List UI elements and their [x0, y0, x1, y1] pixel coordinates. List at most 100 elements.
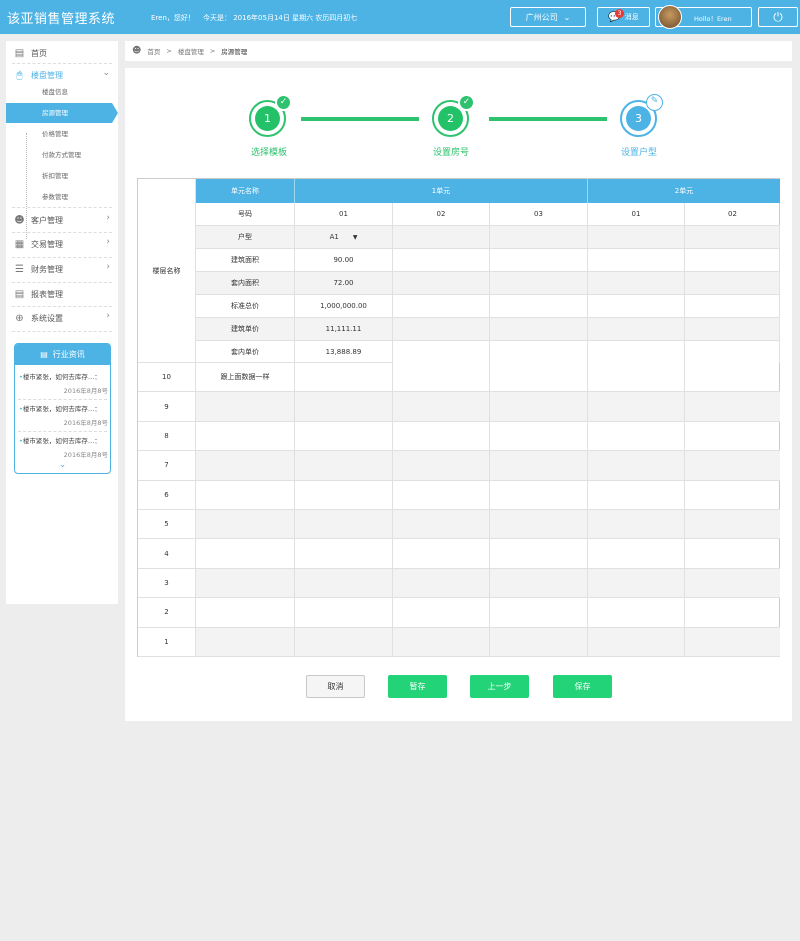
floor-cell[interactable] [393, 480, 490, 510]
floor-cell[interactable] [685, 481, 780, 510]
step-number: 3 [626, 106, 651, 131]
floor-cell[interactable] [685, 568, 780, 599]
floor-cell[interactable] [685, 598, 780, 628]
floor-cell[interactable] [393, 421, 490, 452]
save-button[interactable]: 保存 [553, 675, 612, 698]
floor-cell[interactable] [295, 392, 393, 422]
chevron-down-icon[interactable]: ⌄ [15, 460, 110, 470]
sidebar-sub-item[interactable]: 价格管理 [6, 124, 118, 144]
floor-cell[interactable] [588, 568, 685, 599]
sidebar-item-settings[interactable]: ⊕ 系统设置 › [6, 306, 118, 330]
floor-cell[interactable] [196, 421, 295, 452]
floor-cell[interactable] [196, 451, 295, 481]
sidebar-sub-item[interactable]: 楼盘信息 [6, 82, 118, 102]
breadcrumb-home[interactable]: 首页 [147, 46, 160, 56]
floor-cell[interactable] [196, 510, 295, 540]
chevron-right-icon: › [106, 262, 110, 272]
floor-cell[interactable] [490, 598, 588, 628]
floor-cell[interactable] [490, 363, 588, 393]
floor-cell[interactable] [393, 392, 490, 422]
house-type-select[interactable]: A1 ▼ [295, 226, 393, 249]
value-cell[interactable]: 13,888.89 [295, 341, 393, 363]
floor-cell[interactable] [588, 627, 685, 657]
room-number: 02 [685, 203, 780, 226]
sidebar-sub-item[interactable]: 参数管理 [6, 187, 118, 207]
unit-table: 楼层名称 单元名称 1单元 2单元 号码 户型 建筑面积 套内面积 标准总价 建… [137, 178, 780, 657]
floor-cell[interactable] [588, 363, 685, 393]
floor-cell[interactable] [393, 510, 490, 540]
company-selector[interactable]: 广州公司 ⌄ [510, 7, 586, 27]
floor-cell[interactable] [196, 627, 295, 657]
floor-cell[interactable] [393, 627, 490, 657]
floor-cell[interactable] [490, 510, 588, 540]
floor-cell[interactable] [685, 451, 780, 481]
floor-cell[interactable] [393, 451, 490, 481]
user-menu[interactable]: Hollo！Eren [655, 5, 752, 29]
floor-cell[interactable] [196, 480, 295, 510]
floor-cell[interactable] [196, 539, 295, 569]
crosshair-icon: ⊕ [15, 312, 24, 324]
floor-cell[interactable] [393, 363, 490, 393]
floor-cell[interactable] [685, 422, 780, 452]
floor-cell[interactable] [196, 392, 295, 422]
previous-step-button[interactable]: 上一步 [470, 675, 529, 698]
news-item[interactable]: •楼市紧张，如何去库存…： 2016年8月8号 [19, 371, 108, 395]
floor-cell[interactable] [393, 598, 490, 628]
value-cell[interactable]: 90.00 [295, 249, 393, 272]
news-item[interactable]: •楼市紧张，如何去库存…： 2016年8月8号 [19, 435, 108, 459]
floor-cell[interactable] [490, 421, 588, 452]
floor-cell[interactable] [196, 568, 295, 599]
floor-cell[interactable] [588, 598, 685, 628]
floor-cell[interactable] [490, 451, 588, 481]
value-cell[interactable]: 11,111.11 [295, 318, 393, 341]
floor-cell[interactable] [685, 627, 780, 657]
floor-cell[interactable] [490, 392, 588, 422]
sidebar-sub-item-active[interactable]: 房源管理 [6, 103, 112, 123]
floor-cell[interactable] [295, 598, 393, 628]
unit-1-header: 1单元 [295, 179, 588, 203]
sidebar-item-customers[interactable]: ☻ 客户管理 › [6, 208, 118, 232]
power-icon[interactable]: ⏻ [758, 7, 798, 27]
floor-cell[interactable] [295, 480, 393, 510]
floor-cell[interactable] [588, 480, 685, 510]
floor-cell[interactable] [588, 510, 685, 540]
value-cell[interactable]: 1,000,000.00 [295, 295, 393, 318]
value-cell[interactable]: 72.00 [295, 272, 393, 295]
floor-cell[interactable] [295, 421, 393, 452]
floor-cell[interactable] [295, 363, 393, 393]
sidebar-sub-item[interactable]: 付款方式管理 [6, 145, 118, 165]
sidebar-sub-item[interactable]: 折扣管理 [6, 166, 118, 186]
breadcrumb-property[interactable]: 楼盘管理 [178, 46, 204, 56]
sidebar-item-home[interactable]: ▤ 首页 [6, 41, 118, 65]
floor-cell[interactable] [588, 451, 685, 481]
floor-cell[interactable] [588, 392, 685, 422]
news-item[interactable]: •楼市紧张，如何去库存…： 2016年8月8号 [19, 403, 108, 427]
floor-cell[interactable] [490, 627, 588, 657]
sidebar-item-reports[interactable]: ▤ 报表管理 [6, 282, 118, 306]
floor-cell[interactable] [490, 568, 588, 599]
cancel-button[interactable]: 取消 [306, 675, 365, 698]
floor-cell[interactable] [588, 539, 685, 569]
messages-button[interactable]: 💬 3 消息 [597, 7, 650, 27]
sidebar-item-finance[interactable]: ☰ 财务管理 › [6, 257, 118, 281]
floor-note[interactable]: 跟上面数据一样 [196, 363, 295, 393]
floor-cell[interactable] [685, 510, 780, 540]
floor-cell[interactable] [393, 568, 490, 599]
floor-cell[interactable] [685, 392, 780, 422]
floor-cell[interactable] [295, 510, 393, 540]
floor-cell[interactable] [295, 451, 393, 481]
sidebar-item-transactions[interactable]: ▦ 交易管理 › [6, 232, 118, 256]
floor-cell[interactable] [295, 627, 393, 657]
floor-cell[interactable] [393, 539, 490, 569]
draft-button[interactable]: 暂存 [388, 675, 447, 698]
floor-cell[interactable] [490, 539, 588, 569]
floor-cell[interactable] [490, 480, 588, 510]
floor-cell[interactable] [295, 568, 393, 599]
floor-cell[interactable] [588, 421, 685, 452]
floor-cell[interactable] [196, 598, 295, 628]
row-lines [393, 226, 780, 363]
floor-cell[interactable] [685, 363, 780, 393]
step-2: 2 ✓ [432, 94, 475, 137]
floor-cell[interactable] [685, 539, 780, 569]
floor-cell[interactable] [295, 539, 393, 569]
